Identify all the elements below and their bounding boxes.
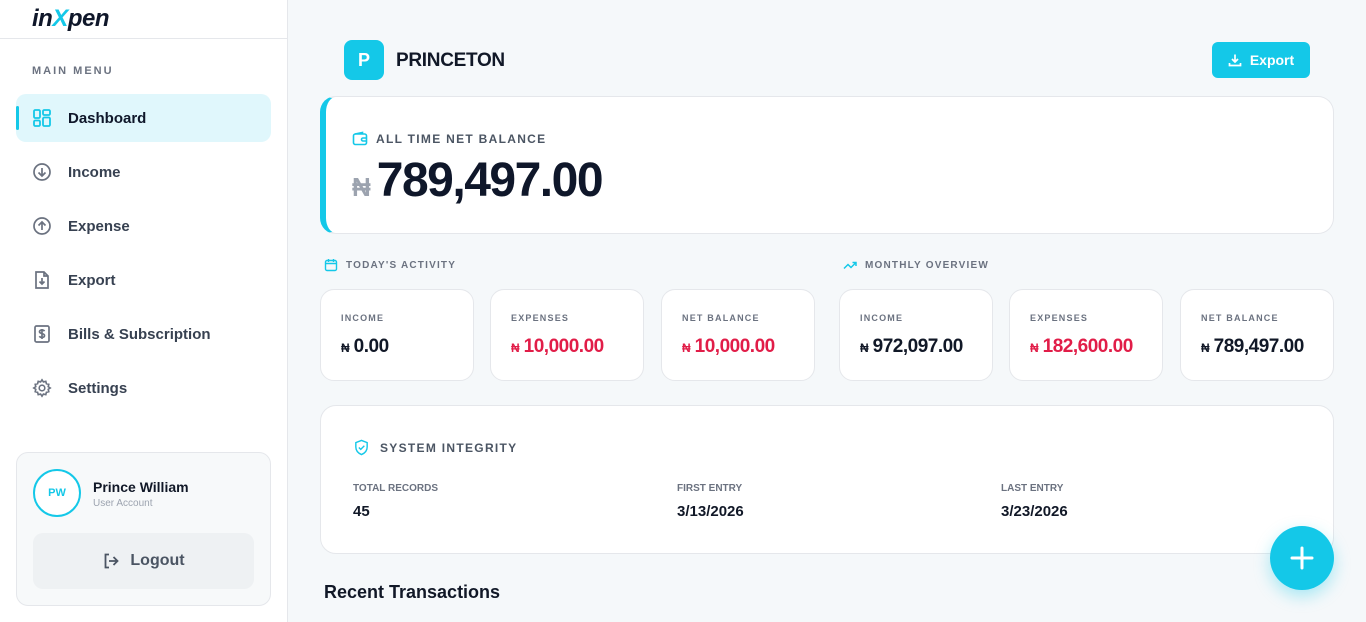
receipt-icon [32,324,52,344]
user-card: PW Prince William User Account Logout [16,452,271,606]
total-records-value: 45 [353,503,370,520]
sidebar: inXpen MAIN MENU Dashboard Income Expens… [0,0,288,622]
stat-number: 182,600.00 [1042,336,1134,357]
currency-symbol: ₦ [1201,341,1210,355]
arrow-up-circle-icon [32,216,52,236]
main-menu-title: MAIN MENU [32,65,114,77]
today-net-balance-card: NET BALANCE ₦ 10,000.00 [661,289,815,381]
today-income-card: INCOME ₦ 0.00 [320,289,474,381]
monthly-net-balance-card: NET BALANCE ₦ 789,497.00 [1180,289,1334,381]
system-integrity-heading: SYSTEM INTEGRITY [353,439,517,456]
monthly-expenses-card: EXPENSES ₦ 182,600.00 [1009,289,1163,381]
system-integrity-title: SYSTEM INTEGRITY [380,440,518,455]
stat-value: ₦ 972,097.00 [860,336,963,358]
first-entry-label: FIRST ENTRY [677,483,743,494]
org-name: PRINCETON [396,50,505,71]
currency-symbol: ₦ [511,341,520,355]
sidebar-item-label: Bills & Subscription [68,325,211,343]
sidebar-item-label: Income [68,163,121,181]
net-balance-label-row: ALL TIME NET BALANCE [352,131,546,147]
calendar-icon [324,258,338,272]
stat-value: ₦ 10,000.00 [511,336,604,358]
sidebar-item-label: Settings [68,379,128,397]
logout-icon [102,552,120,570]
last-entry-value: 3/23/2026 [1001,503,1068,520]
recent-transactions-title: Recent Transactions [324,582,501,602]
sidebar-item-label: Dashboard [68,109,147,127]
last-entry: LAST ENTRY 3/23/2026 [1001,483,1068,520]
export-button-label: Export [1249,52,1295,68]
stat-label: INCOME [860,313,904,323]
trending-up-icon [843,258,857,272]
file-download-icon [32,270,52,290]
stat-number: 0.00 [353,336,389,357]
logo-bar: inXpen [0,0,287,39]
stat-value: ₦ 789,497.00 [1201,336,1304,358]
net-balance-value: 789,497.00 [376,154,604,207]
system-integrity-card: SYSTEM INTEGRITY TOTAL RECORDS 45 FIRST … [320,405,1334,554]
stat-value: ₦ 182,600.00 [1030,336,1133,358]
first-entry: FIRST ENTRY 3/13/2026 [677,483,744,520]
grid-icon [32,108,52,128]
add-transaction-button[interactable] [1270,526,1334,590]
logout-label: Logout [130,552,185,569]
currency-symbol: ₦ [860,341,869,355]
logo-text-pre: in [32,5,53,32]
export-button[interactable]: Export [1212,42,1310,78]
arrow-down-circle-icon [32,162,52,182]
plus-icon [1289,545,1315,571]
stat-label: NET BALANCE [1201,313,1279,323]
sidebar-item-settings[interactable]: Settings [16,364,271,412]
net-balance-label: ALL TIME NET BALANCE [376,132,547,146]
org-badge: P [344,40,384,80]
stat-value: ₦ 0.00 [341,336,389,358]
stat-label: INCOME [341,313,385,323]
sidebar-item-dashboard[interactable]: Dashboard [16,94,271,142]
stat-number: 789,497.00 [1213,336,1305,357]
todays-activity-title: TODAY'S ACTIVITY [346,259,457,271]
stat-value: ₦ 10,000.00 [682,336,775,358]
stat-label: EXPENSES [511,313,570,323]
sidebar-item-label: Expense [68,217,130,235]
monthly-income-card: INCOME ₦ 972,097.00 [839,289,993,381]
first-entry-value: 3/13/2026 [677,503,744,520]
sidebar-item-income[interactable]: Income [16,148,271,196]
logo-text-post: pen [67,5,110,32]
user-name: Prince William [93,479,189,495]
last-entry-label: LAST ENTRY [1001,483,1064,494]
total-records: TOTAL RECORDS 45 [353,483,438,520]
app-logo[interactable]: inXpen [32,5,110,33]
download-icon [1228,53,1242,67]
currency-symbol: ₦ [1030,341,1039,355]
stat-number: 10,000.00 [523,336,605,357]
currency-symbol: ₦ [682,341,691,355]
todays-activity-heading: TODAY'S ACTIVITY [324,258,456,272]
currency-symbol: ₦ [352,172,371,202]
logout-button[interactable]: Logout [33,533,254,589]
sidebar-item-expense[interactable]: Expense [16,202,271,250]
user-role: User Account [93,498,153,509]
monthly-overview-title: MONTHLY OVERVIEW [865,259,990,271]
shield-check-icon [353,439,370,456]
sidebar-item-label: Export [68,271,116,289]
stat-label: NET BALANCE [682,313,760,323]
main-content: P PRINCETON Export ALL TIME NET BALANCE … [288,0,1366,622]
wallet-icon [352,131,368,147]
currency-symbol: ₦ [341,341,350,355]
logo-text-x: X [52,5,68,32]
stat-number: 10,000.00 [694,336,776,357]
net-balance-card: ALL TIME NET BALANCE ₦ 789,497.00 [320,96,1334,234]
gear-icon [32,378,52,398]
today-expenses-card: EXPENSES ₦ 10,000.00 [490,289,644,381]
stat-label: EXPENSES [1030,313,1089,323]
net-balance-amount: ₦ 789,497.00 [352,153,604,208]
avatar[interactable]: PW [33,469,81,517]
sidebar-item-export[interactable]: Export [16,256,271,304]
stat-number: 972,097.00 [872,336,964,357]
main-nav: Dashboard Income Expense Export Bills & … [16,94,271,418]
total-records-label: TOTAL RECORDS [353,483,439,494]
monthly-overview-heading: MONTHLY OVERVIEW [843,258,989,272]
sidebar-item-bills[interactable]: Bills & Subscription [16,310,271,358]
